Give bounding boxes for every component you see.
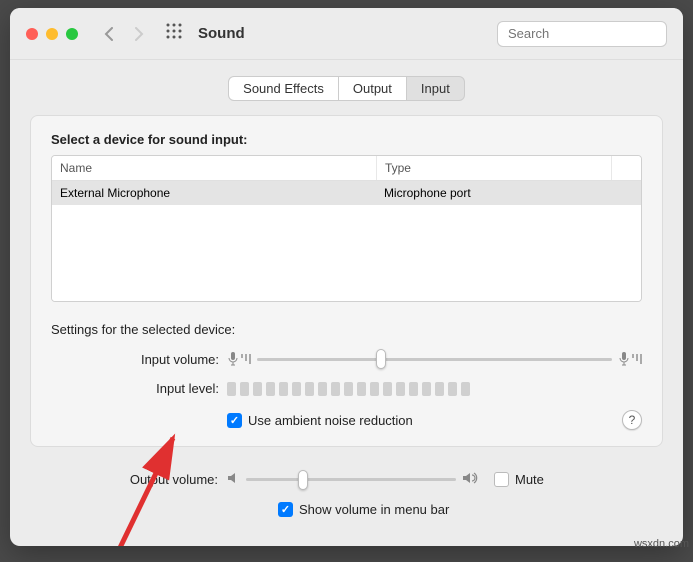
mic-low-icon [227, 351, 251, 367]
show-menu-row: Show volume in menu bar [70, 502, 623, 517]
speaker-low-icon [226, 471, 240, 488]
input-volume-row: Input volume: [51, 351, 642, 367]
nav-buttons [104, 27, 144, 41]
tab-bar: Sound Effects Output Input [30, 76, 663, 101]
slider-thumb[interactable] [376, 349, 386, 369]
output-volume-label: Output volume: [70, 472, 226, 487]
output-volume-slider[interactable] [246, 478, 456, 481]
settings-label: Settings for the selected device: [51, 322, 642, 337]
preferences-window: Sound Sound Effects Output Input Select … [10, 8, 683, 546]
output-volume-row: Output volume: Mute [70, 471, 623, 488]
ambient-checkbox[interactable] [227, 413, 242, 428]
input-panel: Select a device for sound input: Name Ty… [30, 115, 663, 447]
close-button[interactable] [26, 28, 38, 40]
tab-output[interactable]: Output [339, 76, 407, 101]
footer-area: Output volume: Mute Show volume in menu … [30, 447, 663, 527]
input-level-label: Input level: [51, 381, 227, 396]
search-input[interactable] [508, 26, 683, 41]
device-name: External Microphone [52, 181, 376, 205]
tab-sound-effects[interactable]: Sound Effects [228, 76, 339, 101]
search-field[interactable] [497, 21, 667, 47]
device-table: Name Type External Microphone Microphone… [51, 155, 642, 302]
slider-thumb[interactable] [298, 470, 308, 490]
mute-label: Mute [515, 472, 544, 487]
show-volume-menu-label: Show volume in menu bar [299, 502, 449, 517]
table-empty-area [52, 205, 641, 301]
show-all-icon[interactable] [166, 23, 182, 44]
device-type: Microphone port [376, 181, 611, 205]
back-button[interactable] [104, 27, 114, 41]
ambient-row: Use ambient noise reduction ? [51, 410, 642, 430]
titlebar: Sound [10, 8, 683, 60]
table-header: Name Type [52, 156, 641, 181]
column-name[interactable]: Name [52, 156, 376, 180]
select-device-label: Select a device for sound input: [51, 132, 642, 147]
input-level-row: Input level: [51, 381, 642, 396]
show-volume-menu-checkbox[interactable] [278, 502, 293, 517]
watermark: wsxdn.com [634, 538, 689, 550]
speaker-high-icon [462, 471, 480, 488]
mute-checkbox[interactable] [494, 472, 509, 487]
window-title: Sound [198, 25, 245, 42]
forward-button[interactable] [134, 27, 144, 41]
column-type[interactable]: Type [376, 156, 611, 180]
table-row[interactable]: External Microphone Microphone port [52, 181, 641, 205]
help-button[interactable]: ? [622, 410, 642, 430]
content-area: Sound Effects Output Input Select a devi… [10, 60, 683, 539]
mic-high-icon [618, 351, 642, 367]
column-spacer [611, 156, 641, 180]
input-level-meter [227, 382, 470, 396]
input-volume-slider[interactable] [257, 358, 612, 361]
window-controls [26, 28, 78, 40]
ambient-label: Use ambient noise reduction [248, 413, 413, 428]
maximize-button[interactable] [66, 28, 78, 40]
minimize-button[interactable] [46, 28, 58, 40]
input-volume-label: Input volume: [51, 352, 227, 367]
tab-input[interactable]: Input [407, 76, 465, 101]
